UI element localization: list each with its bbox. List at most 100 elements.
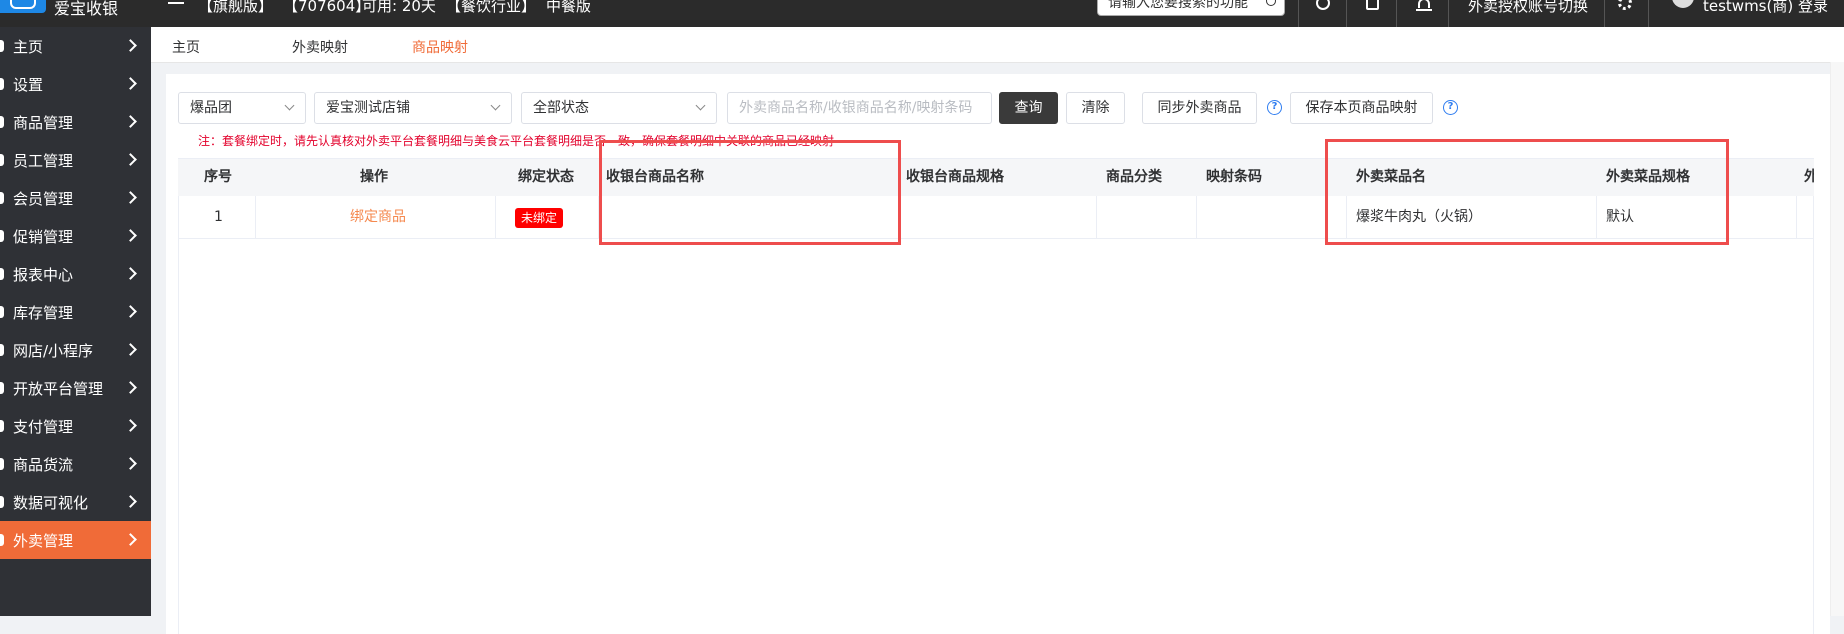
store-id-label: 【707604】: [283, 0, 371, 15]
platform-select[interactable]: 爆品团: [178, 92, 306, 124]
sidebar-item-products[interactable]: 商品管理: [0, 103, 151, 141]
top-bar: 爱宝收银 【旗舰版】 【707604】 可用: 20天 【餐饮行业】 中餐版 请…: [0, 0, 1844, 27]
status-select-value: 全部状态: [533, 100, 589, 116]
user-label[interactable]: testwms(商) 登录: [1703, 0, 1828, 16]
store-select[interactable]: 爱宝测试店铺: [314, 92, 512, 124]
menu-bullet-icon: [0, 192, 4, 204]
sidebar-item-label: 商品货流: [13, 456, 74, 474]
sidebar-item-label: 报表中心: [13, 266, 74, 284]
tab-home[interactable]: 主页: [172, 37, 200, 57]
col-pos-spec: 收银台商品规格: [906, 169, 1004, 185]
sidebar-item-label: 员工管理: [13, 152, 74, 170]
chevron-right-icon: [124, 267, 137, 280]
sidebar-item-label: 外卖管理: [13, 532, 74, 550]
menu-bullet-icon: [0, 496, 4, 508]
col-status: 绑定状态: [518, 169, 574, 185]
divider: [1396, 0, 1397, 27]
menu-icon[interactable]: [168, 2, 184, 4]
menu-bullet-icon: [0, 344, 4, 356]
sidebar-item-label: 开放平台管理: [13, 380, 104, 398]
upload-icon[interactable]: [1366, 0, 1379, 10]
status-select[interactable]: 全部状态: [521, 92, 717, 124]
divider: [1448, 0, 1449, 27]
account-switch-link[interactable]: 外卖授权账号切换: [1468, 0, 1588, 16]
function-search-input[interactable]: 请输入您要搜索的功能: [1097, 0, 1285, 16]
sidebar-item-inventory[interactable]: 库存管理: [0, 293, 151, 331]
avatar[interactable]: [1672, 0, 1694, 8]
tab-product-mapping[interactable]: 商品映射: [412, 37, 468, 57]
query-button[interactable]: 查询: [999, 92, 1058, 124]
menu-bullet-icon: [0, 116, 4, 128]
chevron-down-icon: [490, 100, 501, 111]
sidebar-item-staff[interactable]: 员工管理: [0, 141, 151, 179]
column-divider: [178, 196, 179, 238]
page-scrollbar[interactable]: [1830, 62, 1844, 616]
breadcrumb-tabs: 主页 外卖映射 商品映射: [151, 27, 1844, 63]
store-select-value: 爱宝测试店铺: [326, 100, 410, 116]
status-badge: 未绑定: [515, 208, 564, 228]
menu-bullet-icon: [0, 154, 4, 166]
col-category: 商品分类: [1106, 169, 1162, 185]
chevron-right-icon: [124, 191, 137, 204]
sidebar-item-promotions[interactable]: 促销管理: [0, 217, 151, 255]
sidebar-item-label: 商品管理: [13, 114, 74, 132]
tab-takeout-mapping[interactable]: 外卖映射: [292, 37, 348, 57]
sidebar-item-data-visualization[interactable]: 数据可视化: [0, 483, 151, 521]
sidebar-item-label: 库存管理: [13, 304, 74, 322]
chevron-right-icon: [124, 495, 137, 508]
menu-bullet-icon: [0, 78, 4, 90]
question-icon[interactable]: ?: [1267, 100, 1282, 115]
col-more: 外: [1804, 169, 1814, 185]
product-search-input[interactable]: 外卖商品名称/收银商品名称/映射条码: [727, 92, 992, 124]
sidebar-item-home[interactable]: 主页: [0, 27, 151, 65]
menu-bullet-icon: [0, 268, 4, 280]
gear-icon[interactable]: [1618, 0, 1632, 10]
col-action: 操作: [360, 169, 388, 185]
function-search-placeholder: 请输入您要搜索的功能: [1108, 0, 1248, 11]
col-index: 序号: [204, 169, 232, 185]
sidebar-item-label: 会员管理: [13, 190, 74, 208]
chevron-right-icon: [124, 115, 137, 128]
sidebar-item-takeout[interactable]: 外卖管理: [0, 521, 151, 559]
platform-select-value: 爆品团: [190, 100, 232, 116]
row-index: 1: [214, 209, 223, 225]
chevron-down-icon: [284, 100, 295, 111]
sidebar-item-product-flow[interactable]: 商品货流: [0, 445, 151, 483]
help-circle-icon[interactable]: [1316, 0, 1330, 10]
divider: [1346, 0, 1347, 27]
highlight-box-takeout: [1325, 139, 1729, 245]
sidebar-item-label: 主页: [13, 38, 44, 56]
sidebar-item-online-store[interactable]: 网店/小程序: [0, 331, 151, 369]
menu-bullet-icon: [0, 420, 4, 432]
bell-icon[interactable]: [1416, 0, 1432, 11]
sync-takeout-button[interactable]: 同步外卖商品: [1142, 92, 1257, 124]
sidebar-item-settings[interactable]: 设置: [0, 65, 151, 103]
chevron-right-icon: [124, 343, 137, 356]
menu-bullet-icon: [0, 306, 4, 318]
chevron-right-icon: [124, 229, 137, 242]
clear-button[interactable]: 清除: [1066, 92, 1125, 124]
divider: [1648, 0, 1649, 27]
quota-label: 可用: 20天: [362, 0, 436, 15]
edition-label: 【旗舰版】: [198, 0, 274, 15]
sidebar-item-payment[interactable]: 支付管理: [0, 407, 151, 445]
divider: [1604, 0, 1605, 27]
chevron-right-icon: [124, 153, 137, 166]
sidebar-item-members[interactable]: 会员管理: [0, 179, 151, 217]
bind-product-link[interactable]: 绑定商品: [350, 196, 406, 238]
save-mapping-button[interactable]: 保存本页商品映射: [1290, 92, 1433, 124]
plan-label: 中餐版: [546, 0, 592, 15]
highlight-box-pos-name: [599, 140, 901, 245]
sidebar-item-reports[interactable]: 报表中心: [0, 255, 151, 293]
logo-icon[interactable]: [0, 0, 46, 13]
sidebar: 主页设置商品管理员工管理会员管理促销管理报表中心库存管理网店/小程序开放平台管理…: [0, 27, 151, 616]
product-search-placeholder: 外卖商品名称/收银商品名称/映射条码: [739, 100, 973, 116]
content-panel: 爆品团 爱宝测试店铺 全部状态 外卖商品名称/收银商品名称/映射条码 查询 清除…: [166, 74, 1830, 634]
chevron-right-icon: [124, 305, 137, 318]
chevron-right-icon: [124, 77, 137, 90]
question-icon[interactable]: ?: [1443, 100, 1458, 115]
sidebar-item-open-platform[interactable]: 开放平台管理: [0, 369, 151, 407]
divider: [1298, 0, 1299, 27]
table-body: [178, 238, 1814, 634]
chevron-right-icon: [124, 419, 137, 432]
